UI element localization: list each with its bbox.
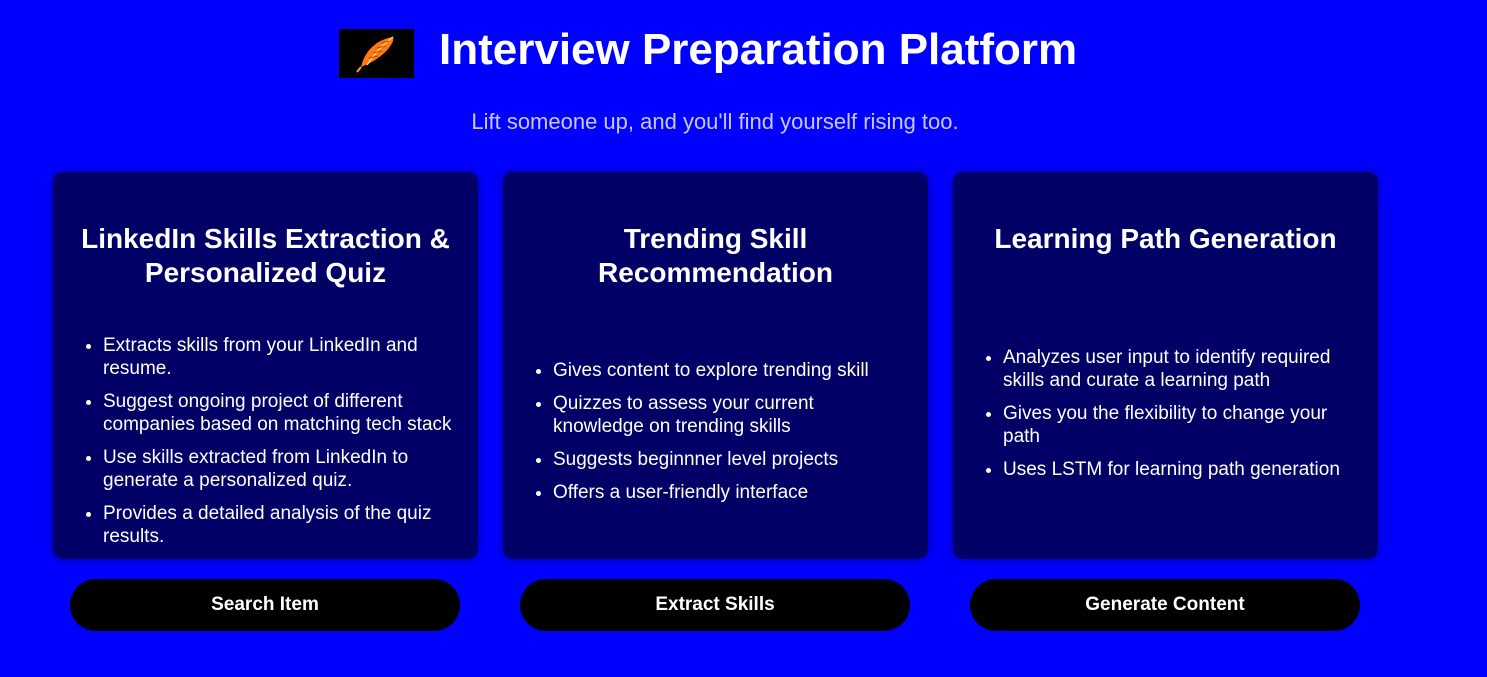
list-item: Provides a detailed analysis of the quiz… [103, 502, 456, 548]
feature-list: Gives content to explore trending skill … [531, 359, 906, 514]
card-trending-skill: Trending Skill Recommendation Gives cont… [503, 172, 928, 559]
list-item: Suggests beginnner level projects [553, 448, 906, 471]
list-item: Quizzes to assess your current knowledge… [553, 392, 906, 438]
list-item: Extracts skills from your LinkedIn and r… [103, 334, 456, 380]
page-title: Interview Preparation Platform [439, 25, 1078, 74]
list-item: Offers a user-friendly interface [553, 481, 906, 504]
feature-list: Analyzes user input to identify required… [981, 346, 1356, 491]
list-item: Suggest ongoing project of different com… [103, 390, 456, 436]
feature-list: Extracts skills from your LinkedIn and r… [81, 334, 456, 558]
card-linkedin-skills-quiz: LinkedIn Skills Extraction & Personalize… [53, 172, 478, 559]
generate-content-button[interactable]: Generate Content [970, 579, 1360, 631]
tagline: Lift someone up, and you'll find yoursel… [471, 109, 959, 134]
card-title: LinkedIn Skills Extraction & Personalize… [81, 223, 450, 288]
search-item-button[interactable]: Search Item [70, 579, 460, 631]
list-item: Uses LSTM for learning path generation [1003, 458, 1356, 481]
header: Interview Preparation Platform [0, 0, 1487, 100]
list-item: Gives content to explore trending skill [553, 359, 906, 382]
list-item: Use skills extracted from LinkedIn to ge… [103, 446, 456, 492]
card-learning-path: Learning Path Generation Analyzes user i… [953, 172, 1378, 559]
card-title: Trending Skill Recommendation [598, 223, 833, 288]
list-item: Analyzes user input to identify required… [1003, 346, 1356, 392]
feather-logo-icon [339, 29, 414, 78]
extract-skills-button[interactable]: Extract Skills [520, 579, 910, 631]
card-title: Learning Path Generation [994, 223, 1337, 254]
list-item: Gives you the flexibility to change your… [1003, 402, 1356, 448]
